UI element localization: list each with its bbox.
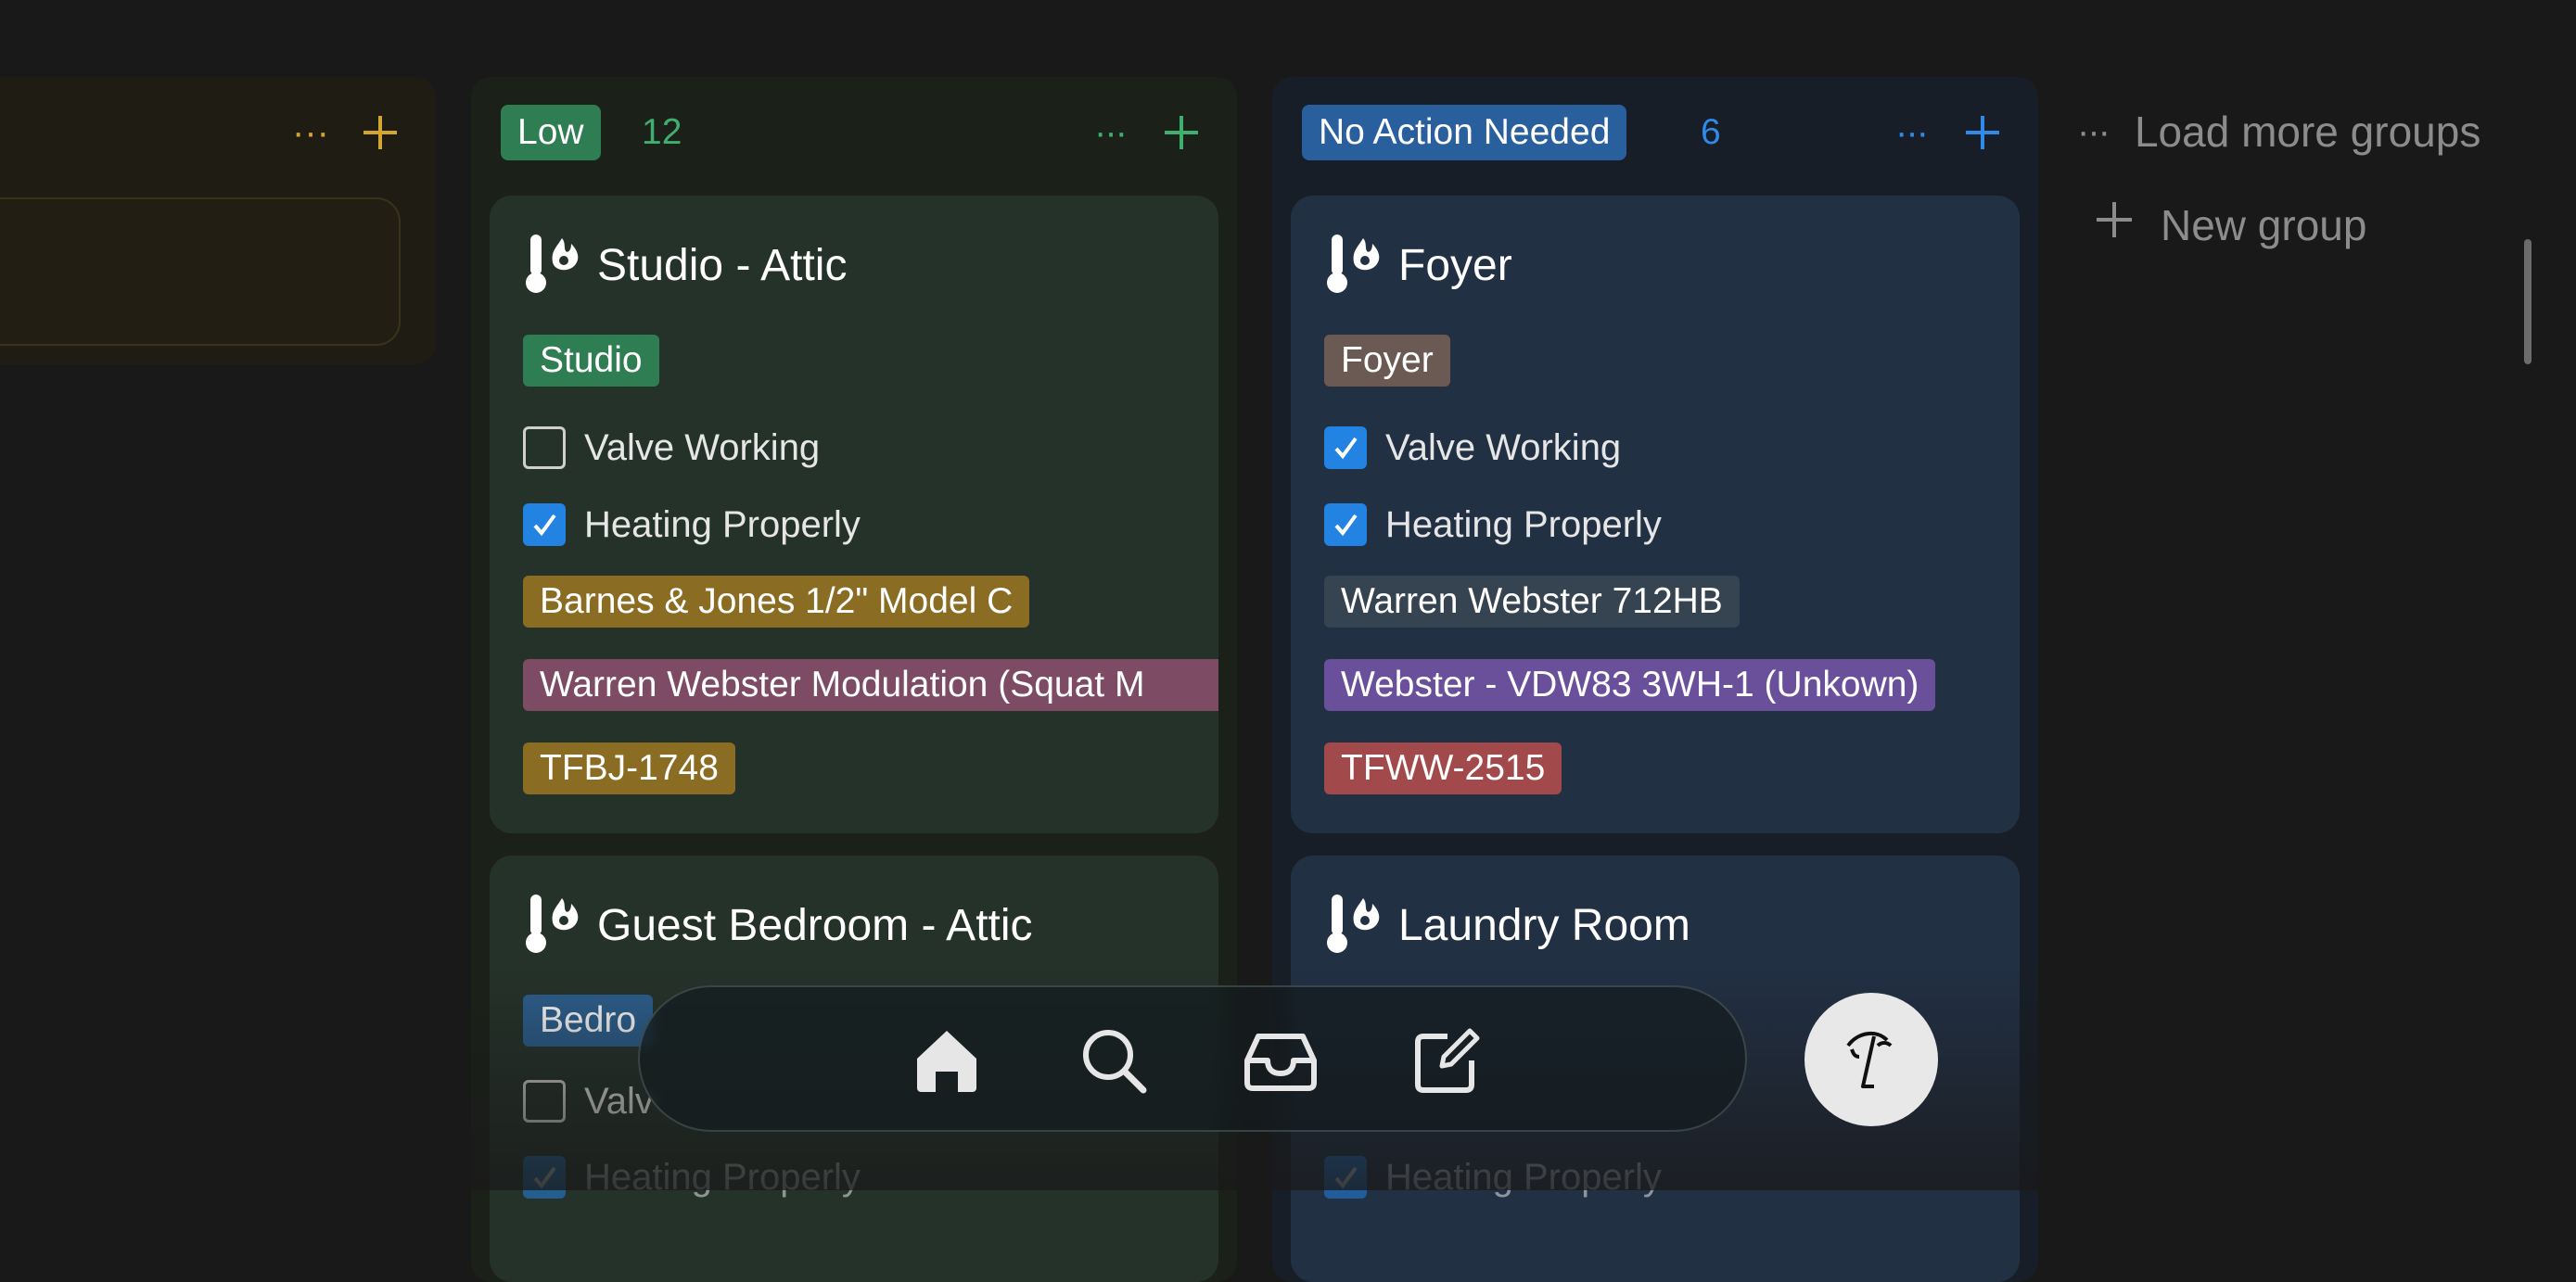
group-header: No Action Needed 6 ···: [1272, 77, 2038, 188]
card-partial[interactable]: [0, 197, 401, 346]
card-name: Guest Bedroom - Attic: [597, 900, 1033, 950]
valve-model-tag: Warren Webster 712HB: [1324, 576, 1740, 628]
inbox-icon[interactable]: [1239, 1019, 1322, 1102]
card-title: Foyer: [1320, 233, 1512, 298]
group-title[interactable]: Low: [501, 105, 601, 160]
code-tag: TFBJ-1748: [523, 743, 735, 794]
valve-working-label: Valve Working: [1385, 426, 1622, 468]
group-title[interactable]: No Action Needed: [1302, 105, 1627, 160]
card-title: Guest Bedroom - Attic: [519, 893, 1033, 958]
heating-properly-row: Heating Properly: [523, 501, 861, 548]
radiator-model-tag: Webster - VDW83 3WH-1 (Unkown): [1324, 659, 1936, 711]
heating-properly-label: Heating Properly: [1385, 503, 1662, 545]
checkmark-icon: [1334, 1166, 1358, 1189]
thermometer-flame-icon: [519, 891, 584, 960]
group-header: Low 12 ···: [471, 77, 1237, 188]
new-group-label: New group: [2161, 200, 2367, 249]
card-name: Foyer: [1398, 240, 1512, 290]
scrollbar-thumb[interactable]: [2524, 239, 2531, 364]
avatar-face-icon: [1846, 1031, 1893, 1088]
checkmark-icon: [1334, 514, 1358, 537]
heating-properly-checkbox[interactable]: [523, 503, 566, 546]
valve-working-label: Valve Working: [584, 426, 821, 468]
card-title: Laundry Room: [1320, 893, 1690, 958]
valve-working-checkbox[interactable]: [523, 426, 566, 469]
group-count: 12: [642, 112, 682, 152]
checkmark-icon: [533, 514, 556, 537]
room-tag: Foyer: [1324, 335, 1450, 387]
group-count: 6: [1701, 112, 1721, 152]
checkmark-icon: [1334, 437, 1358, 460]
thermometer-flame-icon: [1320, 891, 1385, 960]
valve-working-checkbox[interactable]: [1324, 426, 1367, 469]
group-add-button[interactable]: [1163, 107, 1200, 163]
valve-model-tag: Barnes & Jones 1/2" Model C: [523, 576, 1030, 628]
group-column-previous: ···: [0, 77, 436, 364]
thermometer-flame-icon: [519, 231, 584, 300]
plus-icon: [2094, 199, 2135, 250]
load-more-groups-button[interactable]: ··· Load more groups: [2077, 107, 2480, 157]
checkmark-icon: [533, 1166, 556, 1189]
valve-working-checkbox[interactable]: [523, 1080, 566, 1123]
group-more-button[interactable]: ···: [292, 105, 329, 160]
new-group-button[interactable]: New group: [2094, 199, 2366, 250]
load-more-groups-label: Load more groups: [2134, 108, 2481, 156]
bottom-navigation-dock: [638, 985, 1747, 1132]
room-tag: Studio: [523, 335, 659, 387]
valve-working-row: Valve Working: [523, 425, 820, 471]
group-more-button[interactable]: ···: [1094, 105, 1128, 160]
home-icon[interactable]: [905, 1019, 988, 1102]
group-add-button[interactable]: [1964, 107, 2001, 163]
heating-properly-row: Heating Properly: [523, 1154, 861, 1200]
card-name: Studio - Attic: [597, 240, 848, 290]
group-more-button[interactable]: ···: [1895, 105, 1929, 160]
heating-properly-label: Heating Properly: [584, 1156, 861, 1198]
card-title: Studio - Attic: [519, 233, 847, 298]
heating-properly-row: Heating Properly: [1324, 1154, 1662, 1200]
radiator-model-tag: Warren Webster Modulation (Squat M: [523, 659, 1218, 711]
more-dots-icon: ···: [2077, 110, 2111, 152]
card-foyer[interactable]: Foyer Foyer Valve Working Heating Proper…: [1291, 196, 2020, 833]
heating-properly-row: Heating Properly: [1324, 501, 1662, 548]
group-add-button[interactable]: [362, 107, 399, 163]
room-tag: Bedro: [523, 995, 654, 1047]
compose-icon[interactable]: [1406, 1019, 1489, 1102]
profile-avatar[interactable]: [1804, 993, 1938, 1126]
heating-properly-label: Heating Properly: [584, 503, 861, 545]
heating-properly-checkbox[interactable]: [1324, 503, 1367, 546]
card-name: Laundry Room: [1398, 900, 1690, 950]
valve-working-row: Valve Working: [1324, 425, 1621, 471]
heating-properly-checkbox[interactable]: [523, 1156, 566, 1199]
heating-properly-label: Heating Properly: [1385, 1156, 1662, 1198]
code-tag: TFWW-2515: [1324, 743, 1562, 794]
valve-working-row: Valv: [523, 1078, 654, 1124]
search-icon[interactable]: [1072, 1019, 1155, 1102]
card-studio-attic[interactable]: Studio - Attic Studio Valve Working Heat…: [490, 196, 1218, 833]
thermometer-flame-icon: [1320, 231, 1385, 300]
heating-properly-checkbox[interactable]: [1324, 1156, 1367, 1199]
